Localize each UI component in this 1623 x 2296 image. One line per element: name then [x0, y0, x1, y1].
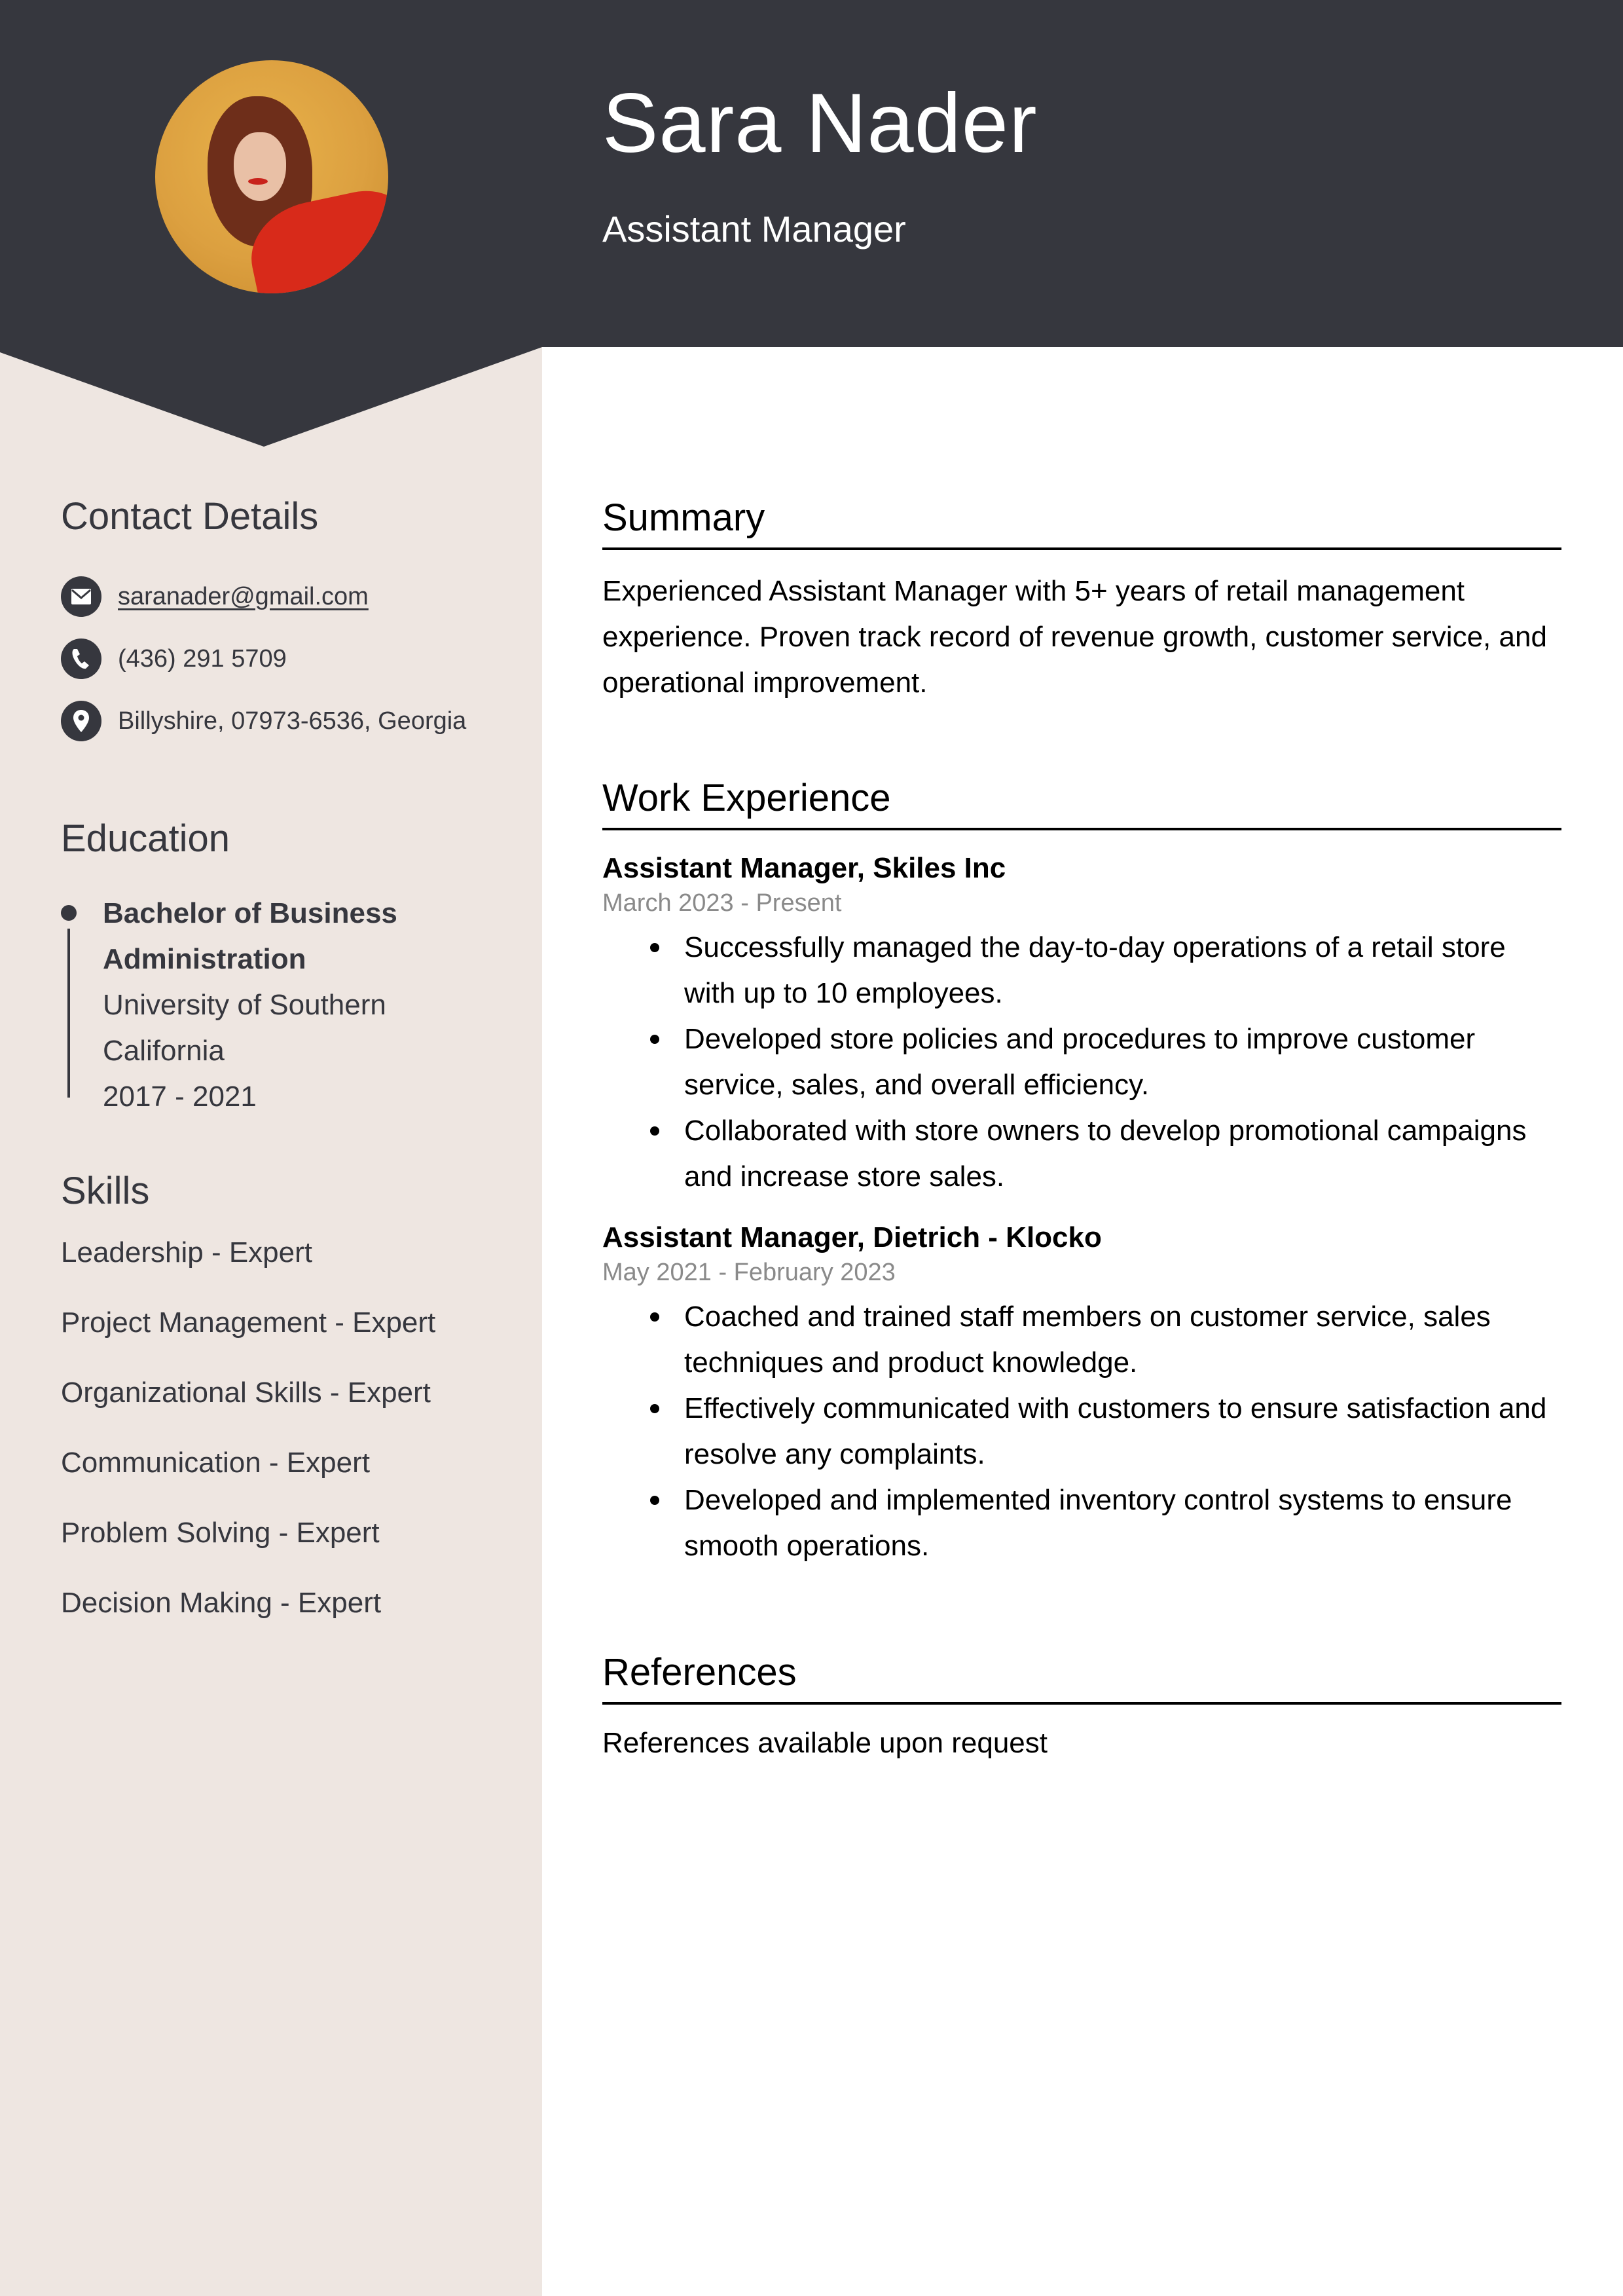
timeline-line: [67, 929, 70, 1098]
job-bullet: Successfully managed the day-to-day oper…: [650, 925, 1561, 1016]
skill-item: Communication - Expert: [61, 1447, 370, 1479]
education-years: 2017 - 2021: [103, 1081, 257, 1113]
contact-heading: Contact Details: [61, 495, 319, 538]
skill-item: Organizational Skills - Expert: [61, 1377, 431, 1409]
contact-email: saranader@gmail.com: [61, 576, 519, 617]
candidate-name: Sara Nader: [602, 77, 1038, 170]
job-entry: Assistant Manager, Dietrich - Klocko May…: [602, 1219, 1561, 1569]
skill-list: Leadership - Expert Project Management -…: [61, 1236, 519, 1657]
summary-text: Experienced Assistant Manager with 5+ ye…: [602, 575, 1547, 699]
references-section: References References available upon req…: [602, 1654, 1561, 1766]
summary-heading: Summary: [602, 499, 1561, 550]
job-bullet: Developed and implemented inventory cont…: [650, 1477, 1561, 1569]
email-icon: [61, 576, 101, 617]
skills-heading: Skills: [61, 1170, 150, 1212]
phone-icon: [61, 639, 101, 679]
contact-list: saranader@gmail.com (436) 291 5709 Billy…: [61, 576, 519, 741]
contact-phone: (436) 291 5709: [61, 639, 519, 679]
education-section: Education Bachelor of Business Administr…: [61, 820, 519, 1120]
job-dates: May 2021 - February 2023: [602, 1259, 896, 1286]
references-text: References available upon request: [602, 1727, 1048, 1759]
job-bullet: Effectively communicated with customers …: [650, 1386, 1561, 1477]
skill-item: Decision Making - Expert: [61, 1587, 382, 1619]
work-heading: Work Experience: [602, 779, 1561, 830]
job-bullet: Coached and trained staff members on cus…: [650, 1294, 1561, 1386]
candidate-title: Assistant Manager: [602, 208, 906, 250]
school-line-1: University of Southern: [103, 989, 386, 1021]
location-pin-icon: [61, 701, 101, 741]
education-heading: Education: [61, 817, 230, 860]
skill-item: Leadership - Expert: [61, 1236, 312, 1268]
phone-number: (436) 291 5709: [118, 644, 287, 673]
job-entry: Assistant Manager, Skiles Inc March 2023…: [602, 850, 1561, 1200]
profile-photo: [155, 60, 388, 293]
contact-location: Billyshire, 07973-6536, Georgia: [61, 701, 519, 741]
job-title: Assistant Manager, Skiles Inc: [602, 852, 1006, 884]
job-bullet: Developed store policies and procedures …: [650, 1016, 1561, 1108]
work-section: Work Experience Assistant Manager, Skile…: [602, 779, 1561, 1569]
job-bullets: Coached and trained staff members on cus…: [602, 1294, 1561, 1569]
contact-section: Contact Details saranader@gmail.com (436…: [61, 498, 519, 763]
job-bullet: Collaborated with store owners to develo…: [650, 1108, 1561, 1200]
education-item: Bachelor of Business Administration Univ…: [61, 891, 519, 1120]
job-title: Assistant Manager, Dietrich - Klocko: [602, 1221, 1102, 1253]
photo-lips: [248, 178, 268, 185]
photo-face: [234, 132, 286, 201]
school-line-2: California: [103, 1035, 225, 1067]
references-heading: References: [602, 1654, 1561, 1705]
timeline-dot: [61, 905, 77, 921]
address: Billyshire, 07973-6536, Georgia: [118, 707, 467, 735]
degree-line-1: Bachelor of Business: [103, 897, 397, 929]
job-dates: March 2023 - Present: [602, 889, 842, 917]
skills-section: Skills Leadership - Expert Project Manag…: [61, 1172, 519, 1657]
job-bullets: Successfully managed the day-to-day oper…: [602, 925, 1561, 1200]
summary-section: Summary Experienced Assistant Manager wi…: [602, 499, 1561, 706]
skill-item: Project Management - Expert: [61, 1306, 436, 1339]
email-link[interactable]: saranader@gmail.com: [118, 583, 369, 611]
degree-line-2: Administration: [103, 943, 306, 975]
skill-item: Problem Solving - Expert: [61, 1517, 380, 1549]
